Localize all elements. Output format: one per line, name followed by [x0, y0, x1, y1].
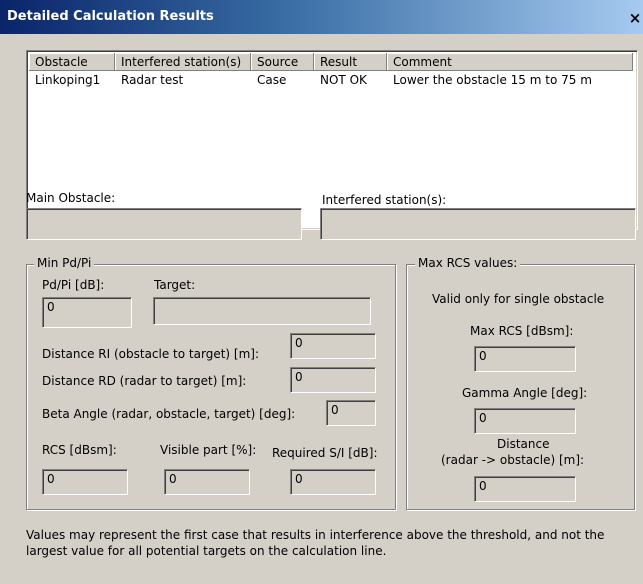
visible-part-field[interactable]: 0	[164, 469, 250, 495]
footnote-line-2: largest value for all potential targets …	[26, 544, 387, 558]
distance-ri-label: Distance RI (obstacle to target) [m]:	[42, 347, 259, 361]
column-header-interfered-stations[interactable]: Interfered station(s)	[115, 53, 251, 71]
distance-ri-field[interactable]: 0	[290, 333, 376, 359]
title-bar[interactable]: Detailed Calculation Results ×	[0, 0, 643, 34]
column-header-source[interactable]: Source	[251, 53, 314, 71]
main-obstacle-field[interactable]	[26, 208, 302, 240]
distance-rd-label: Distance RD (radar to target) [m]:	[42, 374, 247, 388]
gamma-angle-field[interactable]: 0	[474, 408, 576, 434]
pd-pi-label: Pd/Pi [dB]:	[42, 278, 105, 292]
beta-angle-label: Beta Angle (radar, obstacle, target) [de…	[42, 407, 296, 421]
min-pd-pi-title: Min Pd/Pi	[34, 256, 95, 270]
cell-comment: Lower the obstacle 15 m to 75 m	[393, 73, 592, 87]
rcs-label: RCS [dBsm]:	[42, 443, 117, 457]
footnote-line-1: Values may represent the first case that…	[26, 528, 605, 542]
gamma-angle-label: Gamma Angle [deg]:	[462, 386, 588, 400]
interfered-stations-field[interactable]	[320, 208, 636, 240]
max-rcs-title: Max RCS values:	[415, 256, 521, 270]
visible-part-label: Visible part [%]:	[160, 443, 257, 457]
required-si-label: Required S/I [dB]:	[272, 446, 378, 460]
max-rcs-field[interactable]: 0	[474, 346, 576, 372]
cell-obstacle: Linkoping1	[35, 73, 101, 87]
pd-pi-field[interactable]: 0	[42, 297, 132, 328]
column-header-comment[interactable]: Comment	[387, 53, 633, 71]
rcs-field[interactable]: 0	[42, 469, 128, 495]
column-header-result[interactable]: Result	[314, 53, 387, 71]
distance-label-line1: Distance	[497, 437, 550, 451]
distance-label-line2: (radar -> obstacle) [m]:	[441, 453, 585, 467]
interfered-stations-label: Interfered station(s):	[322, 193, 447, 207]
window-title: Detailed Calculation Results	[7, 9, 214, 24]
cell-result: NOT OK	[320, 73, 367, 87]
calculation-results-window: Detailed Calculation Results × Obstacle …	[0, 0, 643, 584]
beta-angle-field[interactable]: 0	[326, 400, 376, 426]
main-obstacle-label: Main Obstacle:	[26, 191, 116, 205]
single-obstacle-note: Valid only for single obstacle	[432, 292, 605, 306]
distance-field[interactable]: 0	[474, 476, 576, 502]
max-rcs-label: Max RCS [dBsm]:	[470, 324, 574, 338]
distance-rd-field[interactable]: 0	[290, 367, 376, 393]
close-icon[interactable]: ×	[627, 10, 643, 26]
target-label: Target:	[154, 278, 196, 292]
required-si-field[interactable]: 0	[290, 469, 376, 495]
column-header-obstacle[interactable]: Obstacle	[29, 53, 115, 71]
target-field[interactable]	[153, 297, 371, 325]
cell-source: Case	[257, 73, 287, 87]
cell-interfered-station: Radar test	[121, 73, 184, 87]
